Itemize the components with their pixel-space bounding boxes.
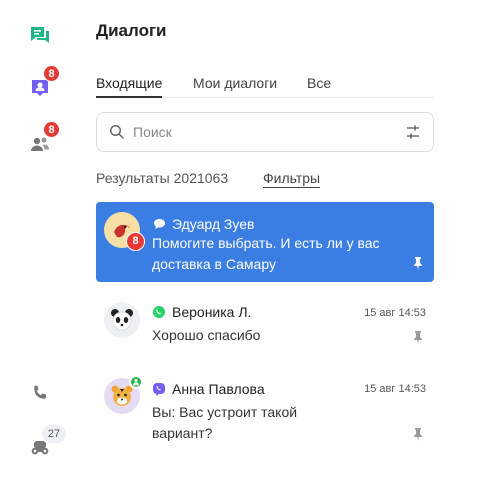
- bots-badge: 27: [42, 425, 66, 443]
- dialog-header: Анна Павлова: [152, 381, 265, 397]
- left-rail: 8 8 27: [0, 0, 80, 481]
- calls-nav-button[interactable]: [24, 377, 56, 409]
- search-input[interactable]: [133, 122, 383, 142]
- online-status-icon: [129, 375, 143, 389]
- dialogs-icon: [31, 27, 49, 43]
- viber-icon: [152, 382, 166, 396]
- contact-name: Вероника Л.: [172, 304, 252, 320]
- contact-name: Эдуард Зуев: [172, 216, 255, 232]
- panda-icon: [111, 309, 133, 331]
- tab-my-dialogs[interactable]: Мои диалоги: [193, 75, 277, 98]
- dialog-tabs: Входящие Мои диалоги Все: [96, 75, 434, 98]
- contacts-nav-button[interactable]: 8: [24, 121, 60, 160]
- dialog-item[interactable]: Вероника Л. 15 авг 14:53 Хорошо спасибо: [96, 290, 434, 358]
- contact-name: Анна Павлова: [172, 381, 265, 397]
- chats-nav-button[interactable]: 8: [24, 65, 60, 104]
- tab-all[interactable]: Все: [307, 75, 331, 98]
- phone-icon: [34, 385, 47, 399]
- results-count: Результаты 2021063: [96, 170, 229, 186]
- tab-incoming[interactable]: Входящие: [96, 75, 163, 98]
- message-time: 15 авг 14:53: [364, 307, 426, 319]
- chat-bubble-icon: [152, 217, 166, 231]
- page-title: Диалоги: [96, 21, 167, 40]
- chats-badge: 8: [43, 65, 60, 82]
- bots-nav-button[interactable]: 27: [24, 425, 66, 463]
- pin-icon[interactable]: [412, 330, 424, 344]
- filters-link[interactable]: Фильтры: [263, 170, 321, 188]
- panda-avatar: [104, 302, 140, 338]
- dialogs-nav-button[interactable]: [24, 20, 56, 52]
- search-box: [96, 112, 434, 152]
- dialog-header: Эдуард Зуев: [152, 216, 254, 232]
- tiger-avatar: [104, 375, 143, 414]
- message-preview: Помогите выбрать. И есть ли у вас достав…: [152, 235, 380, 272]
- message-time: 15 авг 14:53: [364, 383, 426, 395]
- dialog-item[interactable]: 8 Эдуард Зуев Помогите выбрать. И есть л…: [96, 202, 434, 282]
- contacts-badge: 8: [43, 121, 60, 138]
- bird-avatar: 8: [104, 212, 145, 251]
- pin-icon[interactable]: [412, 427, 424, 441]
- dialog-header: Вероника Л.: [152, 304, 251, 320]
- message-preview: Хорошо спасибо: [152, 327, 261, 343]
- message-preview: Вы: Вас устроит такой вариант?: [152, 404, 298, 441]
- filter-settings-icon[interactable]: [405, 124, 421, 140]
- unread-badge: 8: [126, 232, 145, 251]
- pin-icon[interactable]: [412, 256, 424, 270]
- search-icon: [109, 124, 124, 139]
- whatsapp-icon: [152, 305, 166, 319]
- dialog-item[interactable]: Анна Павлова 15 авг 14:53 Вы: Вас устрои…: [96, 370, 434, 450]
